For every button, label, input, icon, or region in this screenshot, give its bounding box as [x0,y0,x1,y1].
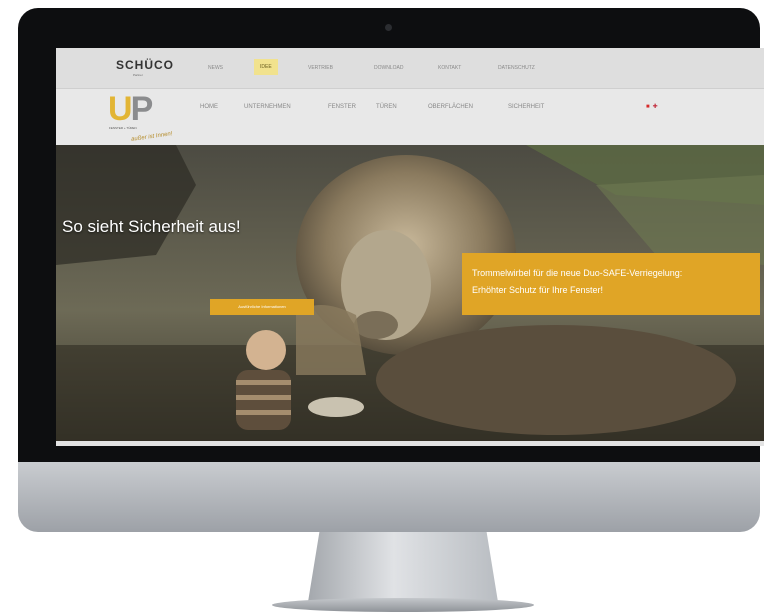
nav-home[interactable]: Home [200,104,218,110]
monitor-bezel: SCHÜCO Partner News Idee Vertrieb Downlo… [18,8,764,462]
flag-de-icon[interactable]: ■ [646,104,650,110]
nav-sicherheit[interactable]: Sicherheit [508,104,544,110]
top-nav-vertrieb[interactable]: Vertrieb [308,65,333,71]
language-switcher: ■ ✚ [646,103,658,110]
logo-slogan: außer ist Innen! [130,131,173,143]
nav-tueren[interactable]: Türen [376,104,397,110]
promo-line-1: Trommelwirbel für die neue Duo-SAFE-Verr… [472,268,683,278]
logo-letter-u: U [108,90,133,128]
monitor-stand [308,532,498,602]
nav-unternehmen[interactable]: Unternehmen [244,104,291,110]
nav-oberflaechen[interactable]: Oberflächen [428,104,473,110]
main-header: UP FENSTER + TÜREN außer ist Innen! Home… [56,89,764,145]
camera-icon [385,24,392,31]
logo-letter-p: P [130,90,154,128]
hero-banner: So sieht Sicherheit aus! Ausführliche In… [56,145,764,446]
top-nav-idee[interactable]: Idee [254,59,278,75]
promo-box: Trommelwirbel für die neue Duo-SAFE-Verr… [462,253,760,315]
schuco-logo-sub: Partner [133,73,143,77]
monitor-foot [272,598,534,612]
monitor-chin [18,462,760,532]
logo-subtitle: FENSTER + TÜREN [109,126,137,130]
top-nav-news[interactable]: News [208,65,223,71]
top-nav-download[interactable]: Download [374,65,403,71]
promo-line-2: Erhöhter Schutz für Ihre Fenster! [472,285,604,295]
bottom-strip [56,441,764,446]
hero-headline: So sieht Sicherheit aus! [62,217,241,236]
imac-monitor: SCHÜCO Partner News Idee Vertrieb Downlo… [18,0,764,532]
top-nav-kontakt[interactable]: Kontakt [438,65,461,71]
more-info-button[interactable]: Ausführliche Informationen [210,299,314,315]
flag-en-icon[interactable]: ✚ [653,104,658,110]
schuco-logo[interactable]: SCHÜCO [116,58,174,72]
top-bar: SCHÜCO Partner News Idee Vertrieb Downlo… [56,48,764,89]
up-logo[interactable]: UP [108,90,154,128]
nav-fenster[interactable]: Fenster [328,104,356,110]
top-nav-datenschutz[interactable]: Datenschutz [498,65,535,71]
screen: SCHÜCO Partner News Idee Vertrieb Downlo… [56,48,764,446]
